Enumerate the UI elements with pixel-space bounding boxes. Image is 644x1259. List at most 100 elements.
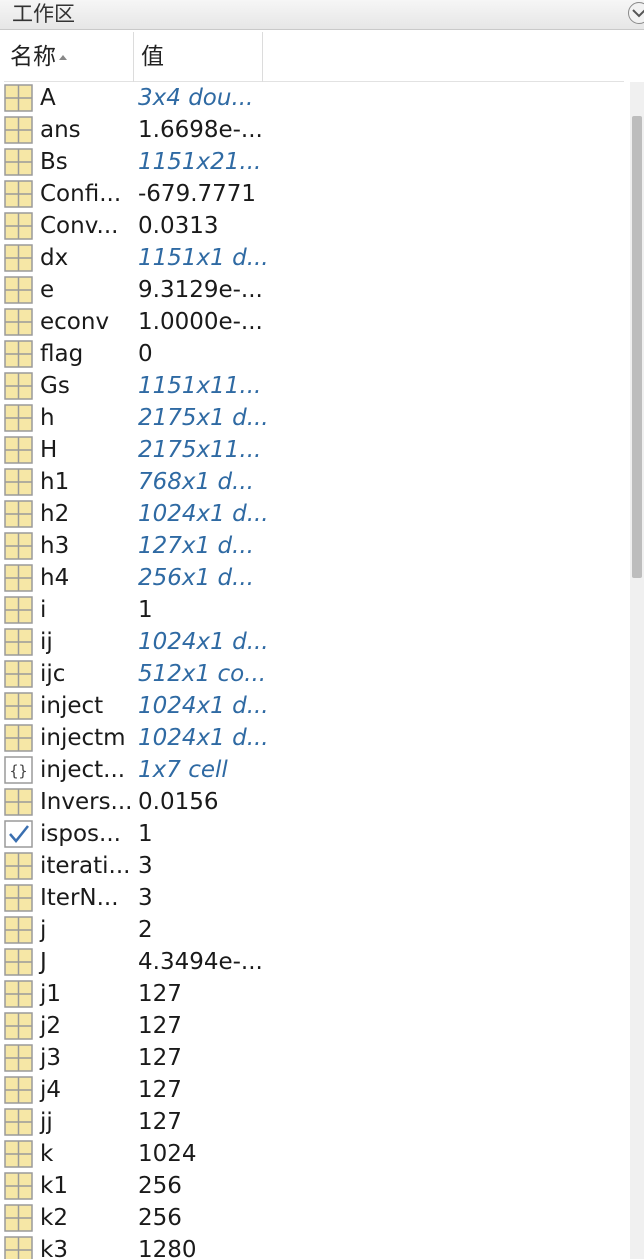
variable-value[interactable]: 127x1 d... [138,530,254,562]
matrix-icon [4,980,33,1008]
variable-value[interactable]: 1151x11... [138,370,261,402]
variable-row[interactable]: j1 127 [0,978,628,1010]
variable-value: 2 [138,917,153,943]
variable-row[interactable]: k1 256 [0,1170,628,1202]
variable-value: 1 [138,597,153,623]
variable-row[interactable]: Invers... 0.0156 [0,786,628,818]
matrix-icon [4,468,33,496]
variable-value[interactable]: 256x1 d... [138,562,254,594]
variable-row[interactable]: ij 1024x1 d... [0,626,628,658]
matrix-icon [4,308,33,336]
variable-name: A [40,85,56,111]
workspace-panel: 工作区 名称 值 A 3x4 dou... ans 1.6698e-... Bs 1151… [0,0,644,1259]
variable-name: jj [40,1109,53,1135]
variable-name: econv [40,309,110,335]
variable-value: 256 [138,1205,182,1231]
variable-list: A 3x4 dou... ans 1.6698e-... Bs 1151x21... Con… [0,82,628,1259]
variable-value: 1280 [138,1237,197,1259]
column-header-name[interactable]: 名称 [4,32,134,82]
variable-value[interactable]: 768x1 d... [138,466,254,498]
variable-value: 1024 [138,1141,197,1167]
matrix-icon [4,884,33,912]
variable-value[interactable]: 1024x1 d... [138,722,269,754]
variable-row[interactable]: Confi... -679.7771 [0,178,628,210]
variable-row[interactable]: J 4.3494e-... [0,946,628,978]
variable-row[interactable]: j2 [0,914,628,946]
variable-row[interactable]: flag 0 [0,338,628,370]
variable-row[interactable]: iterati... 3 [0,850,628,882]
variable-value: 127 [138,1013,182,1039]
variable-name: Bs [40,149,68,175]
variable-row[interactable]: dx 1151x1 d... [0,242,628,274]
variable-name: k1 [40,1173,68,1199]
variable-row[interactable]: Conv... 0.0313 [0,210,628,242]
variable-value[interactable]: 2175x11... [138,434,261,466]
variable-row[interactable]: k3 1280 [0,1234,628,1259]
variable-value[interactable]: 1024x1 d... [138,690,269,722]
variable-name: J [40,949,47,975]
matrix-icon [4,1044,33,1072]
matrix-icon [4,660,33,688]
matrix-icon [4,1108,33,1136]
table-header: 名称 值 [4,32,624,82]
variable-row[interactable]: j3 127 [0,1042,628,1074]
variable-row[interactable]: h3 127x1 d... [0,530,628,562]
variable-name: h1 [40,469,70,495]
svg-text:{}: {} [9,762,27,780]
variable-name: k [40,1141,54,1167]
matrix-icon [4,148,33,176]
variable-row[interactable]: A 3x4 dou... [0,82,628,114]
matrix-icon [4,532,33,560]
variable-value[interactable]: 1024x1 d... [138,498,269,530]
variable-value[interactable]: 3x4 dou... [138,82,253,114]
variable-row[interactable]: e 9.3129e-... [0,274,628,306]
variable-row[interactable]: j2 127 [0,1010,628,1042]
variable-row[interactable]: injectm 1024x1 d... [0,722,628,754]
matrix-icon [4,564,33,592]
variable-row[interactable]: inject 1024x1 d... [0,690,628,722]
variable-row[interactable]: jj 127 [0,1106,628,1138]
workspace-titlebar: 工作区 [0,0,644,30]
variable-row[interactable]: h1 768x1 d... [0,466,628,498]
matrix-icon [4,116,33,144]
column-header-name-label: 名称 [10,44,56,70]
variable-value: 3 [138,853,153,879]
variable-row[interactable]: h 2175x1 d... [0,402,628,434]
variable-row[interactable]: Gs 1151x11... [0,370,628,402]
variable-name: injectm [40,725,126,751]
variable-value[interactable]: 1151x21... [138,146,261,178]
variable-value[interactable]: 2175x1 d... [138,402,269,434]
variable-row[interactable]: h2 1024x1 d... [0,498,628,530]
variable-row[interactable]: {} inject... 1x7 cell [0,754,628,786]
matrix-icon [4,596,33,624]
variable-row[interactable]: econv 1.0000e-... [0,306,628,338]
column-header-value[interactable]: 值 [135,32,263,82]
variable-value[interactable]: 1024x1 d... [138,626,269,658]
variable-row[interactable]: H 2175x11... [0,434,628,466]
variable-row[interactable]: i1 [0,594,628,626]
variable-row[interactable]: IterN... 3 [0,882,628,914]
variable-value[interactable]: 512x1 co... [138,658,266,690]
variable-name: ijc [40,661,66,687]
matrix-icon [4,212,33,240]
matrix-icon [4,1172,33,1200]
variable-row[interactable]: Bs 1151x21... [0,146,628,178]
variable-name: i [40,597,47,623]
variable-row[interactable]: h4 256x1 d... [0,562,628,594]
variable-row[interactable]: k2 256 [0,1202,628,1234]
variable-value: 127 [138,1077,182,1103]
logical-check-icon [4,820,33,848]
variable-value: 0.0156 [138,789,219,815]
variable-name: h [40,405,55,431]
variable-row[interactable]: ijc 512x1 co... [0,658,628,690]
scrollbar-thumb[interactable] [632,116,642,578]
variable-row[interactable]: ans 1.6698e-... [0,114,628,146]
variable-value[interactable]: 1x7 cell [138,754,228,786]
variable-value[interactable]: 1151x1 d... [138,242,269,274]
variable-row[interactable]: k 1024 [0,1138,628,1170]
vertical-scrollbar[interactable] [630,82,644,1259]
variable-row[interactable]: j4 127 [0,1074,628,1106]
panel-actions-button[interactable] [628,2,644,24]
variable-row[interactable]: ispos... 1 [0,818,628,850]
matrix-icon [4,1204,33,1232]
